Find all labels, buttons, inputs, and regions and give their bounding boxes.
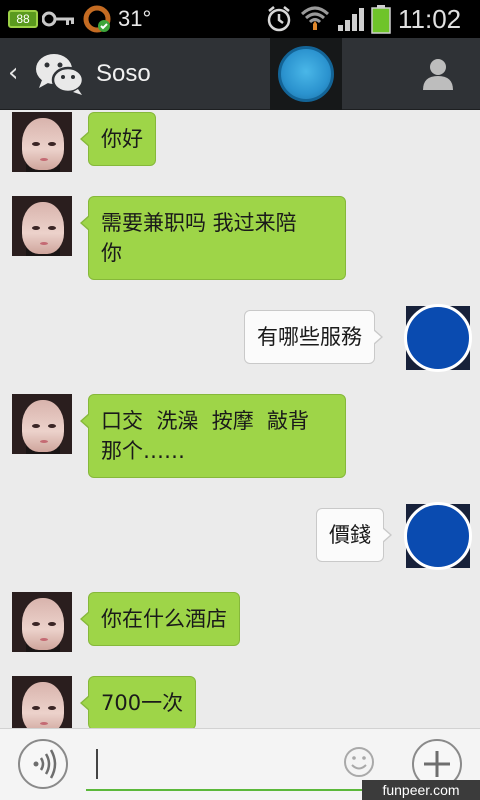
- wechat-logo-icon: [34, 52, 86, 96]
- message-row: 有哪些服務: [0, 304, 480, 378]
- message-row: 口交 洗澡 按摩 敲背 那个……: [0, 394, 480, 486]
- avatar[interactable]: [12, 196, 72, 256]
- message-row: 你在什么酒店: [0, 592, 480, 658]
- avatar[interactable]: [404, 502, 472, 570]
- signal-icon: [336, 0, 366, 38]
- floating-orb-button[interactable]: [270, 38, 342, 110]
- emoji-icon: [344, 747, 374, 777]
- message-row: 需要兼职吗 我过来陪 你: [0, 196, 480, 288]
- profile-icon[interactable]: [420, 56, 456, 92]
- message-bubble[interactable]: 700一次: [79, 676, 197, 728]
- alarm-icon: [266, 0, 292, 38]
- avatar[interactable]: [12, 394, 72, 454]
- clock-label: 11:02: [398, 3, 462, 34]
- key-icon: [42, 0, 76, 38]
- temperature-label: 31°: [118, 6, 152, 31]
- avatar[interactable]: [12, 112, 72, 172]
- message-bubble[interactable]: 需要兼职吗 我过来陪 你: [80, 196, 346, 280]
- message-bubble[interactable]: 你好: [80, 112, 156, 166]
- voice-icon: [33, 749, 57, 779]
- floating-orb-icon: [278, 46, 334, 102]
- message-row: 你好: [0, 110, 480, 176]
- message-input[interactable]: [86, 743, 374, 791]
- message-bubble[interactable]: 有哪些服務: [244, 310, 383, 364]
- voice-button[interactable]: [18, 739, 68, 789]
- message-bubble[interactable]: 口交 洗澡 按摩 敲背 那个……: [80, 394, 346, 478]
- message-row: 價錢: [0, 502, 480, 576]
- battery-icon: [370, 0, 392, 38]
- avatar[interactable]: [12, 676, 72, 728]
- ring-icon: [82, 0, 112, 38]
- message-row: 700一次: [0, 676, 480, 728]
- avatar[interactable]: [404, 304, 472, 372]
- battery-small-label: 88: [8, 10, 38, 28]
- message-bubble[interactable]: 你在什么酒店: [80, 592, 240, 646]
- back-icon[interactable]: ‹: [8, 58, 18, 88]
- emoji-button[interactable]: [342, 745, 376, 779]
- status-bar: 88 31° 11:02: [0, 0, 480, 38]
- chat-message-list[interactable]: 你好 需要兼职吗 我过来陪 你 有哪些服務 口交 洗澡 按摩 敲背 那个…… 價…: [0, 110, 480, 728]
- avatar[interactable]: [12, 592, 72, 652]
- wifi-icon: [300, 0, 330, 38]
- chat-header: ‹ Soso: [0, 38, 480, 110]
- watermark: funpeer.com: [362, 780, 480, 800]
- battery-small-icon: 88: [8, 0, 38, 38]
- text-caret: [96, 749, 98, 779]
- chat-title: Soso: [96, 60, 151, 87]
- message-bubble[interactable]: 價錢: [316, 508, 392, 562]
